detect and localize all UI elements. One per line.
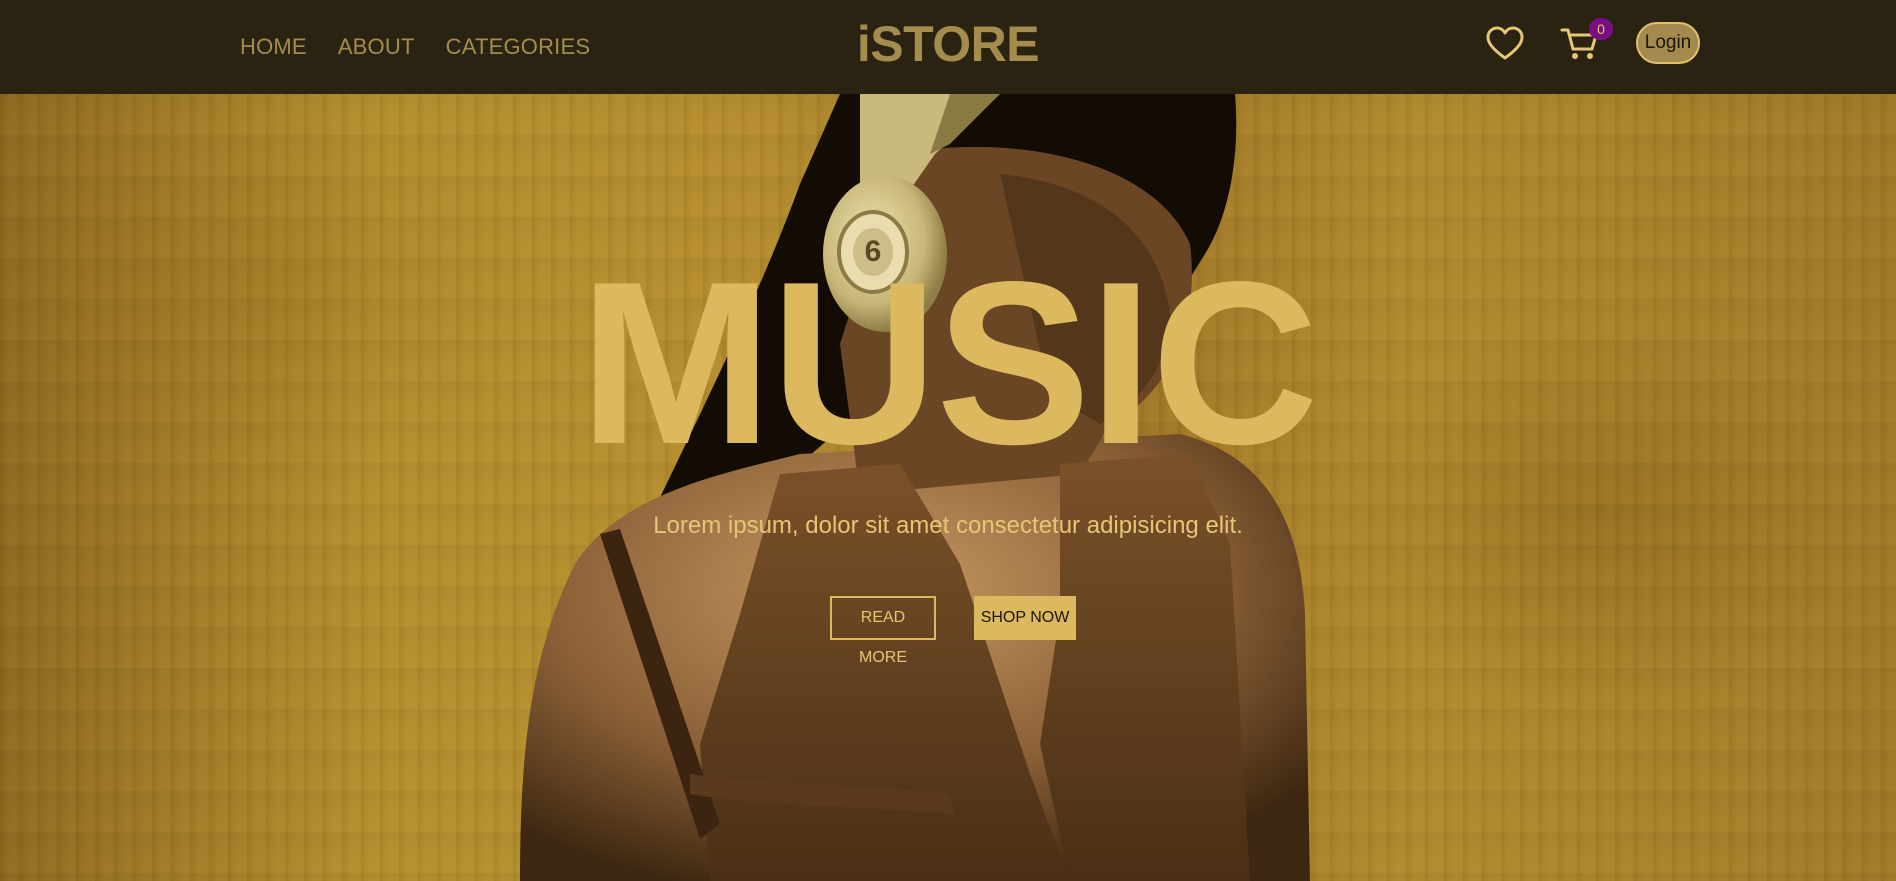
hero-title: MUSIC [579, 234, 1319, 493]
brand-logo: iSTORE [0, 13, 1896, 75]
page: HOME ABOUT CATEGORIES iSTORE 0 Login 6 M… [0, 0, 1896, 881]
navbar: HOME ABOUT CATEGORIES iSTORE 0 Login [0, 0, 1896, 94]
read-more-button[interactable]: READ MORE [830, 596, 936, 666]
hero-actions: READ MORE SHOP NOW [0, 596, 1896, 666]
shop-now-button[interactable]: SHOP NOW [974, 596, 1076, 640]
login-button[interactable]: Login [1636, 22, 1700, 64]
hero-section: 6 MUSIC Lorem ipsum, dolor sit amet cons… [0, 94, 1896, 881]
cart-count-badge: 0 [1589, 18, 1613, 40]
hero-subtitle: Lorem ipsum, dolor sit amet consectetur … [653, 512, 1243, 539]
wishlist-button[interactable] [1485, 25, 1525, 63]
heart-icon [1486, 26, 1524, 60]
brand-name[interactable]: iSTORE [857, 16, 1040, 72]
